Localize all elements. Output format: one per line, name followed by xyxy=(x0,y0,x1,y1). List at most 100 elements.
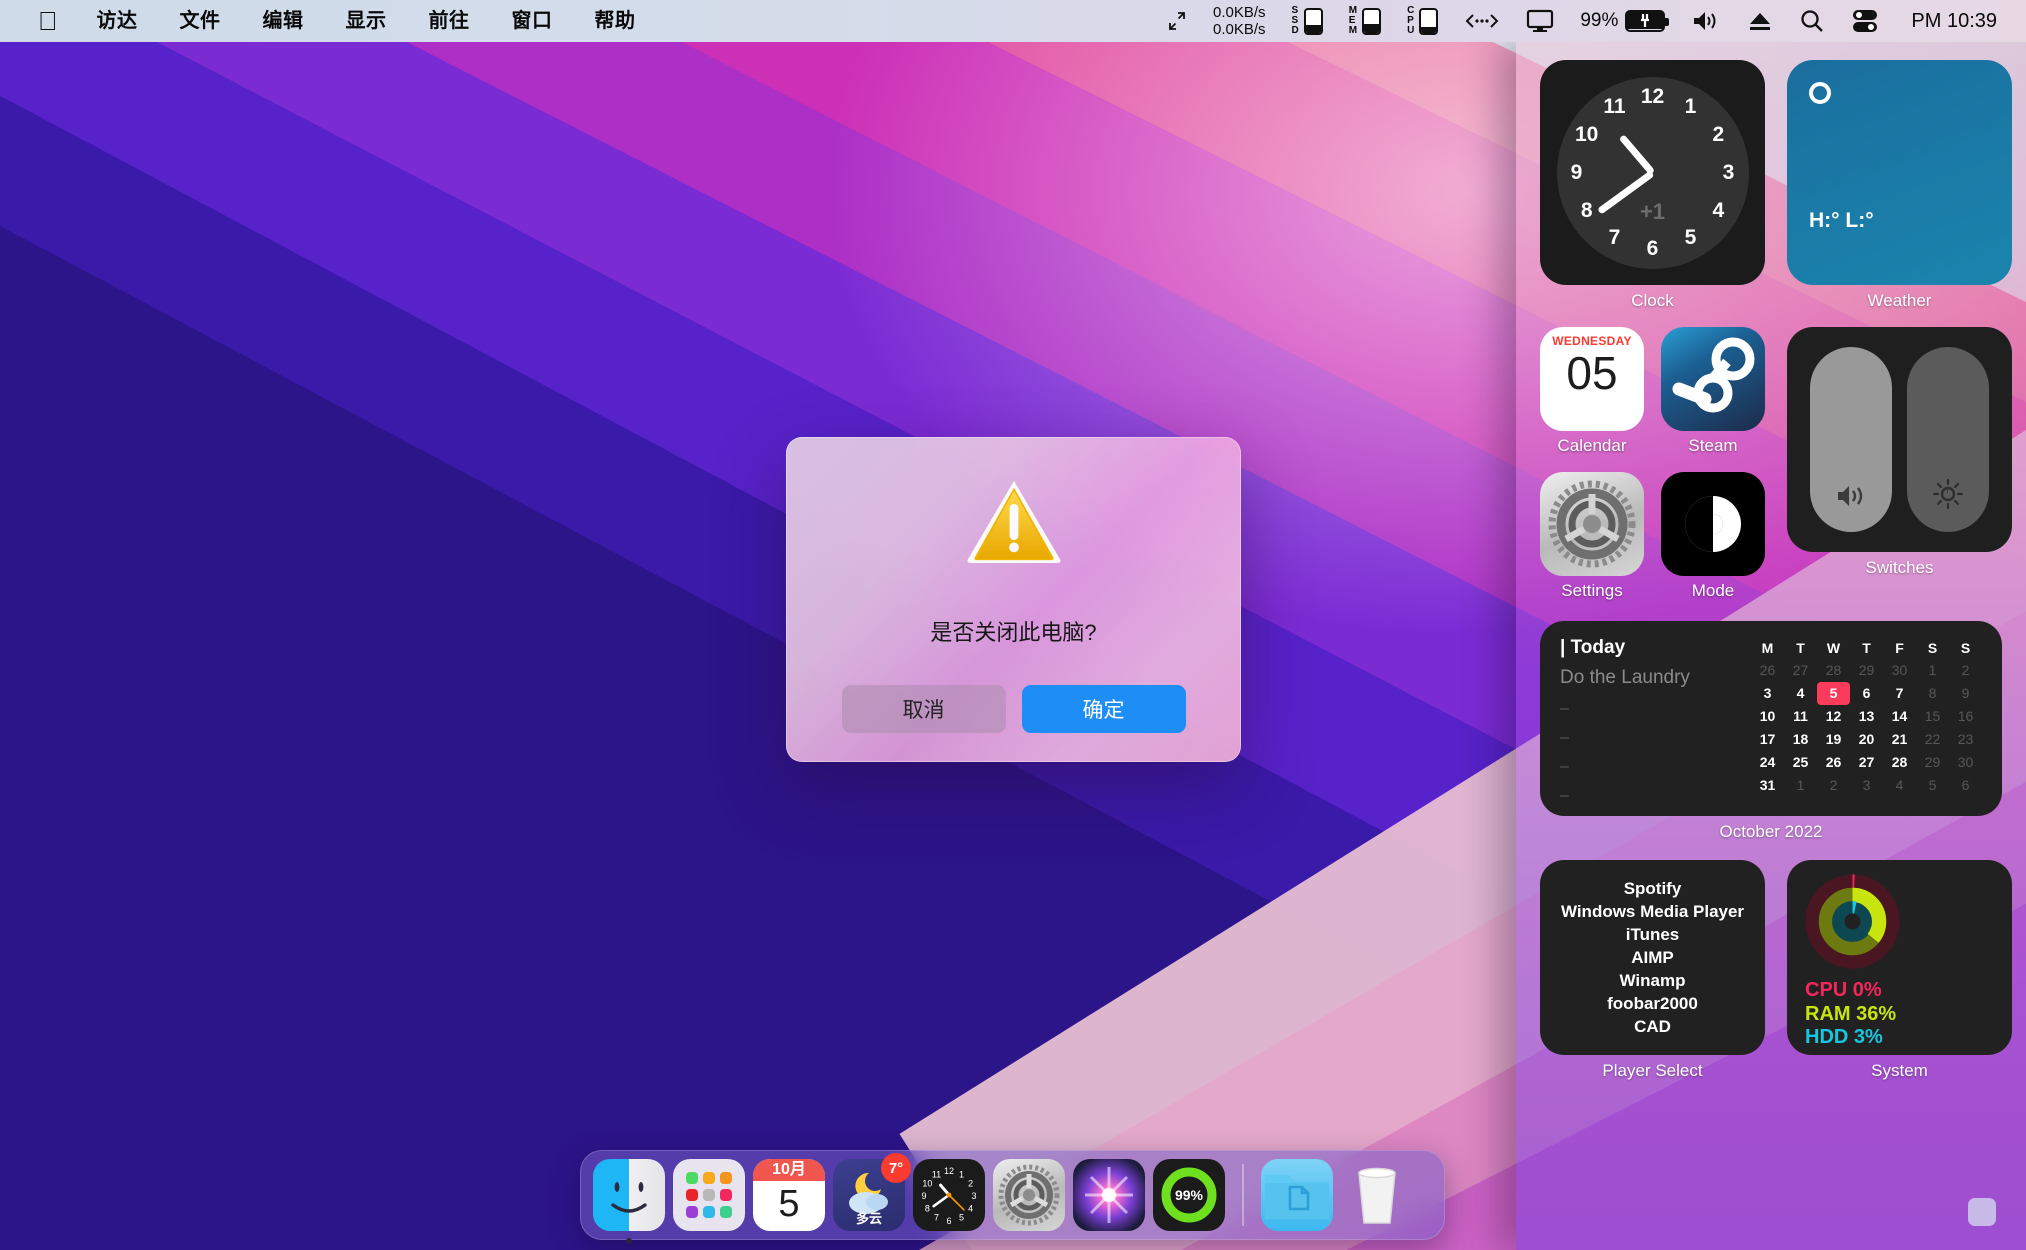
cpu-gauge[interactable]: CPU xyxy=(1394,0,1451,42)
menu-bar-clock[interactable]: PM 10:39 xyxy=(1892,0,2010,42)
network-speed-indicator[interactable]: 0.0KB/s 0.0KB/s xyxy=(1200,0,1279,42)
system-widget[interactable]: CPU 0% RAM 36% HDD 3% xyxy=(1787,860,2012,1055)
finder-icon[interactable] xyxy=(593,1159,665,1231)
player-list-item[interactable]: foobar2000 xyxy=(1607,994,1698,1014)
calendar-day[interactable]: 6 xyxy=(1850,682,1883,705)
fullscreen-icon[interactable] xyxy=(1154,0,1200,42)
cancel-button[interactable]: 取消 xyxy=(841,685,1006,733)
calendar-day[interactable]: 4 xyxy=(1883,774,1916,797)
volume-icon[interactable] xyxy=(1678,0,1734,42)
eject-icon[interactable] xyxy=(1734,0,1786,42)
player-list-item[interactable]: Spotify xyxy=(1624,879,1682,899)
calendar-day[interactable]: 24 xyxy=(1751,751,1784,774)
calendar-widget[interactable]: | Today Do the Laundry – – – – M T W T F S S 26… xyxy=(1540,621,2002,816)
calendar-day[interactable]: 3 xyxy=(1751,682,1784,705)
calendar-dock-icon[interactable]: 10月 5 xyxy=(753,1159,825,1231)
desktop-corner-square[interactable] xyxy=(1968,1198,1996,1226)
player-list-item[interactable]: Windows Media Player xyxy=(1561,902,1744,922)
confirm-button[interactable]: 确定 xyxy=(1021,685,1186,733)
player-list-item[interactable]: Winamp xyxy=(1620,971,1686,991)
calendar-day[interactable]: 16 xyxy=(1949,705,1982,728)
menu-item-view[interactable]: 显示 xyxy=(325,0,408,42)
volume-slider[interactable] xyxy=(1810,347,1892,532)
calendar-day[interactable]: 11 xyxy=(1784,705,1817,728)
calendar-day[interactable]: 4 xyxy=(1784,682,1817,705)
calendar-day[interactable]: 5 xyxy=(1916,774,1949,797)
mode-app-icon[interactable] xyxy=(1661,472,1765,576)
menu-item-go[interactable]: 前往 xyxy=(408,0,491,42)
calendar-day[interactable]: 26 xyxy=(1817,751,1850,774)
search-icon[interactable] xyxy=(1786,0,1838,42)
calendar-day[interactable]: 26 xyxy=(1751,659,1784,682)
calendar-day[interactable]: 6 xyxy=(1949,774,1982,797)
player-list-item[interactable]: AIMP xyxy=(1631,948,1674,968)
calendar-day[interactable]: 8 xyxy=(1916,682,1949,705)
calendar-day[interactable]: 19 xyxy=(1817,728,1850,751)
menu-item-file[interactable]: 文件 xyxy=(159,0,242,42)
documents-folder-dock-icon[interactable] xyxy=(1261,1159,1333,1231)
calendar-day[interactable]: 15 xyxy=(1916,705,1949,728)
menu-item-window[interactable]: 窗口 xyxy=(491,0,574,42)
calendar-day[interactable]: 7 xyxy=(1883,682,1916,705)
calendar-day[interactable]: 1 xyxy=(1916,659,1949,682)
calendar-day[interactable]: 20 xyxy=(1850,728,1883,751)
calendar-day[interactable]: 30 xyxy=(1949,751,1982,774)
control-center-icon[interactable] xyxy=(1838,0,1892,42)
launchpad-icon[interactable] xyxy=(673,1159,745,1231)
calendar-day[interactable]: 12 xyxy=(1817,705,1850,728)
brightness-slider[interactable] xyxy=(1907,347,1989,532)
calendar-day[interactable]: 23 xyxy=(1949,728,1982,751)
calendar-day[interactable]: 25 xyxy=(1784,751,1817,774)
calendar-day[interactable]: 2 xyxy=(1949,659,1982,682)
calendar-app-icon[interactable]: WEDNESDAY 05 xyxy=(1540,327,1644,431)
apple-logo-icon[interactable]:  xyxy=(20,0,76,42)
menu-item-finder[interactable]: 访达 xyxy=(76,0,159,42)
calendar-day-today[interactable]: 5 xyxy=(1817,682,1850,705)
trash-dock-icon[interactable] xyxy=(1341,1159,1413,1231)
menu-item-help[interactable]: 帮助 xyxy=(574,0,657,42)
calendar-day[interactable]: 3 xyxy=(1850,774,1883,797)
calendar-day[interactable]: 22 xyxy=(1916,728,1949,751)
bluetooth-icon[interactable] xyxy=(1451,0,1513,42)
calendar-day[interactable]: 27 xyxy=(1850,751,1883,774)
player-list-item[interactable]: CAD xyxy=(1634,1017,1671,1037)
calendar-day[interactable]: 10 xyxy=(1751,705,1784,728)
siri-dock-icon[interactable] xyxy=(1073,1159,1145,1231)
calendar-day[interactable]: 21 xyxy=(1883,728,1916,751)
calendar-day[interactable]: 1 xyxy=(1784,774,1817,797)
settings-app-icon[interactable] xyxy=(1540,472,1644,576)
clock-dock-icon[interactable]: 12 1 2 3 4 5 6 7 8 9 10 11 xyxy=(913,1159,985,1231)
calendar-day[interactable]: 29 xyxy=(1916,751,1949,774)
menu-item-edit[interactable]: 编辑 xyxy=(242,0,325,42)
ssd-gauge[interactable]: SSD xyxy=(1279,0,1336,42)
calendar-day[interactable]: 31 xyxy=(1751,774,1784,797)
calendar-day[interactable]: 14 xyxy=(1883,705,1916,728)
battery-dock-icon[interactable]: 99% xyxy=(1153,1159,1225,1231)
dock-item-finder[interactable] xyxy=(593,1159,665,1244)
memory-gauge[interactable]: MEM xyxy=(1336,0,1394,42)
switches-widget[interactable] xyxy=(1787,327,2012,552)
calendar-day[interactable]: 13 xyxy=(1850,705,1883,728)
calendar-day[interactable]: 17 xyxy=(1751,728,1784,751)
calendar-day[interactable]: 18 xyxy=(1784,728,1817,751)
steam-app-icon[interactable] xyxy=(1661,327,1765,431)
calendar-day[interactable]: 29 xyxy=(1850,659,1883,682)
calendar-day[interactable]: 27 xyxy=(1784,659,1817,682)
calendar-day[interactable]: 9 xyxy=(1949,682,1982,705)
clock-widget[interactable]: 12 1 2 3 4 5 6 7 8 9 10 11 +1 xyxy=(1540,60,1765,285)
calendar-day[interactable]: 28 xyxy=(1817,659,1850,682)
player-select-widget[interactable]: Spotify Windows Media Player iTunes AIMP Win… xyxy=(1540,860,1765,1055)
system-preferences-dock-icon[interactable] xyxy=(993,1159,1065,1231)
calendar-day[interactable]: 2 xyxy=(1817,774,1850,797)
weather-widget[interactable]: H:° L:° xyxy=(1787,60,2012,285)
calendar-day[interactable]: 28 xyxy=(1883,751,1916,774)
player-widget-label: Player Select xyxy=(1602,1061,1703,1080)
clock-number: 4 xyxy=(1712,198,1725,222)
player-list-item[interactable]: iTunes xyxy=(1626,925,1680,945)
battery-status[interactable]: 99% xyxy=(1567,0,1678,42)
dock-item-weather[interactable]: 7° 多云 xyxy=(833,1153,911,1231)
reminder-item[interactable]: Do the Laundry xyxy=(1560,667,1751,689)
display-icon[interactable] xyxy=(1513,0,1567,42)
calendar-day[interactable]: 30 xyxy=(1883,659,1916,682)
clock-number: 5 xyxy=(1684,226,1697,250)
